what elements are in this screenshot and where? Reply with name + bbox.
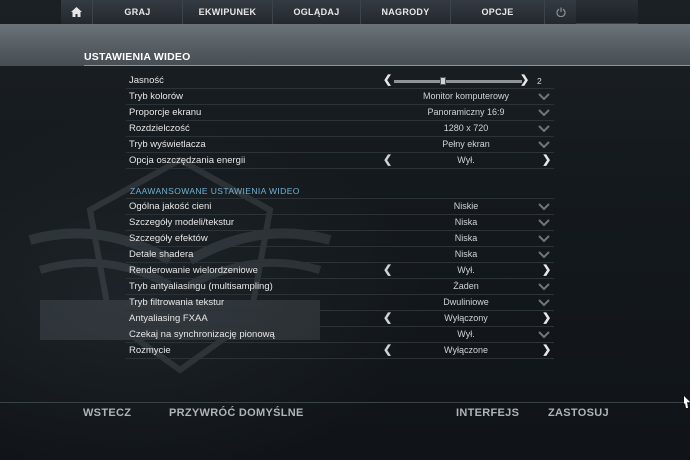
setting-row-ogolna-jakosc-cieni[interactable]: Ogólna jakość cieni Niskie — [126, 199, 554, 215]
setting-row-tryb-kolorow[interactable]: Tryb kolorów Monitor komputerowy — [126, 89, 554, 105]
chevron-down-icon[interactable] — [538, 108, 550, 117]
nav-play[interactable]: GRAJ — [93, 0, 183, 24]
mouse-cursor-icon — [684, 396, 690, 408]
setting-row-antyaliasing-fxaa[interactable]: Antyaliasing FXAA Wyłączony ❮ ❯ — [126, 311, 554, 327]
setting-label: Szczegóły efektów — [129, 233, 208, 244]
slider-handle[interactable] — [439, 77, 446, 85]
setting-value[interactable]: Żaden — [386, 281, 546, 291]
brightness-value: 2 — [537, 76, 542, 86]
setting-row-szczego-y-modeli-tekstur[interactable]: Szczegóły modeli/tekstur Niska — [126, 215, 554, 231]
setting-row-tryb-filtrowania-tekstur[interactable]: Tryb filtrowania tekstur Dwuliniowe — [126, 295, 554, 311]
setting-label: Antyaliasing FXAA — [129, 313, 208, 324]
chevron-down-icon[interactable] — [538, 330, 550, 339]
setting-row-detale-shadera[interactable]: Detale shadera Niska — [126, 247, 554, 263]
nav-rewards[interactable]: NAGRODY — [361, 0, 451, 24]
setting-value[interactable]: Wył. — [401, 265, 531, 275]
setting-value[interactable]: 1280 x 720 — [386, 123, 546, 133]
section-title: ZAAWANSOWANE USTAWIENIA WIDEO — [130, 186, 300, 196]
setting-label: Czekaj na synchronizację pionową — [129, 329, 275, 340]
setting-row-rozdzielczosc[interactable]: Rozdzielczość 1280 x 720 — [126, 121, 554, 137]
setting-label: Rozdzielczość — [129, 123, 190, 134]
chevron-down-icon[interactable] — [538, 140, 550, 149]
chevron-down-icon[interactable] — [538, 218, 550, 227]
setting-value[interactable]: Niska — [386, 233, 546, 243]
nav-power[interactable] — [545, 0, 576, 24]
footer-divider — [0, 402, 690, 403]
setting-label: Opcja oszczędzania energii — [129, 155, 246, 166]
setting-value[interactable]: Pełny ekran — [386, 139, 546, 149]
setting-row-rozmycie[interactable]: Rozmycie Wyłączone ❮ ❯ — [126, 343, 554, 359]
setting-row-opcja-oszczedzania-energii[interactable]: Opcja oszczędzania energii Wył. ❮ ❯ — [126, 153, 554, 169]
chevron-left-icon[interactable]: ❮ — [383, 311, 392, 324]
setting-label: Rozmycie — [129, 345, 171, 356]
chevron-right-icon[interactable]: ❯ — [542, 343, 551, 356]
setting-value[interactable]: Wyłączone — [401, 345, 531, 355]
nav-watch[interactable]: OGLĄDAJ — [273, 0, 361, 24]
apply-button[interactable]: ZASTOSUJ — [548, 407, 609, 419]
home-icon — [71, 7, 82, 17]
setting-row-proporcje-ekranu[interactable]: Proporcje ekranu Panoramiczny 16:9 — [126, 105, 554, 121]
chevron-down-icon[interactable] — [538, 250, 550, 259]
setting-label: Tryb wyświetlacza — [129, 139, 206, 150]
setting-label: Renderowanie wielordzeniowe — [129, 265, 258, 276]
nav-home[interactable] — [61, 0, 93, 24]
setting-label: Detale shadera — [129, 249, 194, 260]
setting-label: Szczegóły modeli/tekstur — [129, 217, 235, 228]
setting-row-renderowanie-wielordzeniowe[interactable]: Renderowanie wielordzeniowe Wył. ❮ ❯ — [126, 263, 554, 279]
setting-value[interactable]: Niska — [386, 217, 546, 227]
setting-row-czekaj-na-synchronizacje-pionowa[interactable]: Czekaj na synchronizację pionową Wył. — [126, 327, 554, 343]
setting-value[interactable]: Wyłączony — [401, 313, 531, 323]
page-title: USTAWIENIA WIDEO — [84, 51, 191, 63]
restore-defaults-button[interactable]: PRZYWRÓĆ DOMYŚLNE — [169, 407, 304, 419]
chevron-down-icon[interactable] — [538, 202, 550, 211]
video-settings-screen: GRAJ EKWIPUNEK OGLĄDAJ NAGRODY OPCJE UST… — [0, 0, 690, 460]
setting-value[interactable]: Dwuliniowe — [386, 297, 546, 307]
setting-label: Tryb antyaliasingu (multisampling) — [129, 281, 273, 292]
nav-options[interactable]: OPCJE — [451, 0, 545, 24]
setting-label: Proporcje ekranu — [129, 107, 202, 118]
chevron-right-icon[interactable]: ❯ — [542, 311, 551, 324]
setting-value[interactable]: Wył. — [386, 329, 546, 339]
chevron-down-icon[interactable] — [538, 298, 550, 307]
setting-row-szczego-y-efektow[interactable]: Szczegóły efektów Niska — [126, 231, 554, 247]
setting-value[interactable]: Wył. — [401, 155, 531, 165]
setting-row-tryb-antyaliasingu-multisampling[interactable]: Tryb antyaliasingu (multisampling) Żaden — [126, 279, 554, 295]
setting-label: Ogólna jakość cieni — [129, 201, 212, 212]
chevron-right-icon[interactable]: ❯ — [542, 263, 551, 276]
setting-value[interactable]: Panoramiczny 16:9 — [386, 107, 546, 117]
chevron-down-icon[interactable] — [538, 92, 550, 101]
title-divider — [84, 65, 690, 66]
setting-value[interactable]: Niska — [386, 249, 546, 259]
chevron-left-icon[interactable]: ❮ — [383, 263, 392, 276]
setting-value[interactable]: Niskie — [386, 201, 546, 211]
chevron-down-icon[interactable] — [538, 282, 550, 291]
back-button[interactable]: WSTECZ — [83, 407, 131, 419]
nav-inventory[interactable]: EKWIPUNEK — [183, 0, 273, 24]
top-navigation: GRAJ EKWIPUNEK OGLĄDAJ NAGRODY OPCJE — [61, 0, 638, 24]
chevron-right-icon[interactable]: ❯ — [520, 73, 529, 86]
chevron-left-icon[interactable]: ❮ — [383, 153, 392, 166]
setting-label: Jasność — [129, 75, 164, 86]
advanced-section-header: ZAAWANSOWANE USTAWIENIA WIDEO — [126, 183, 554, 199]
chevron-left-icon[interactable]: ❮ — [383, 73, 392, 86]
setting-row-brightness: Jasność ❮ ❯ 2 — [126, 73, 554, 89]
chevron-right-icon[interactable]: ❯ — [542, 153, 551, 166]
setting-label: Tryb kolorów — [129, 91, 184, 102]
setting-value[interactable]: Monitor komputerowy — [386, 91, 546, 101]
setting-row-tryb-wyswietlacza[interactable]: Tryb wyświetlacza Pełny ekran — [126, 137, 554, 153]
interface-button[interactable]: INTERFEJS — [456, 407, 519, 419]
chevron-down-icon[interactable] — [538, 124, 550, 133]
setting-label: Tryb filtrowania tekstur — [129, 297, 225, 308]
power-icon — [555, 7, 566, 17]
settings-list: Jasność ❮ ❯ 2 Tryb kolorów Monitor komput… — [126, 73, 554, 359]
chevron-down-icon[interactable] — [538, 234, 550, 243]
brightness-slider[interactable] — [394, 80, 522, 83]
chevron-left-icon[interactable]: ❮ — [383, 343, 392, 356]
